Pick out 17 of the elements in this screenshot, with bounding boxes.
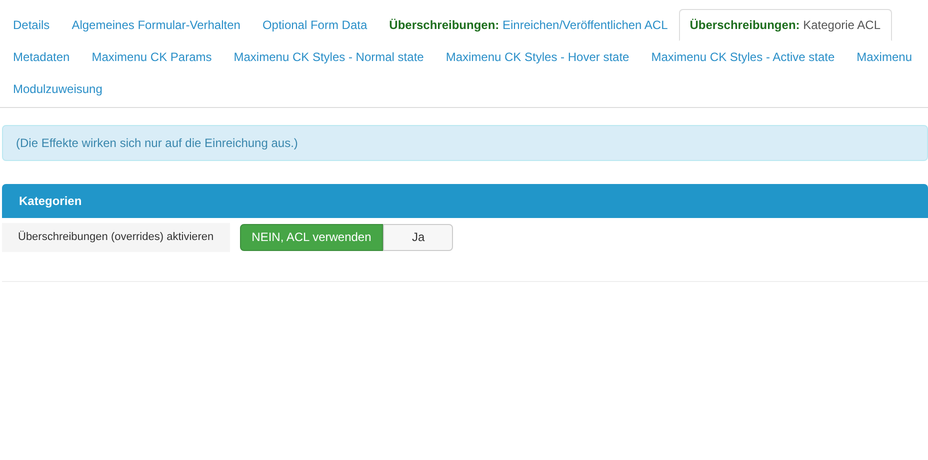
tab[interactable]: Algemeines Formular-Verhalten bbox=[60, 9, 252, 41]
tab[interactable]: Maximenu bbox=[846, 41, 923, 73]
field-label: Überschreibungen (overrides) aktivieren bbox=[2, 223, 230, 252]
toggle-option[interactable]: Ja bbox=[383, 224, 454, 251]
tab[interactable]: Maximenu CK Styles - Hover state bbox=[434, 41, 640, 73]
tab[interactable]: Modulzuweisung bbox=[2, 73, 114, 105]
tab[interactable]: Maximenu CK Params bbox=[80, 41, 223, 73]
panel-header: Kategorien bbox=[2, 184, 928, 218]
tab[interactable]: Maximenu CK Styles - Active state bbox=[640, 41, 846, 73]
tab[interactable]: Optional Form Data bbox=[251, 9, 378, 41]
tab[interactable]: Details bbox=[2, 9, 61, 41]
info-alert: (Die Effekte wirken sich nur auf die Einreichung aus.) bbox=[2, 125, 928, 161]
toggle-option[interactable]: NEIN, ACL verwenden bbox=[240, 224, 384, 251]
tab[interactable]: Metadaten bbox=[2, 41, 81, 73]
tab[interactable]: Maximenu CK Styles - Normal state bbox=[222, 41, 435, 73]
tab[interactable]: Überschreibungen: Kategorie ACL bbox=[678, 9, 892, 41]
tab[interactable]: Überschreibungen: Einreichen/Veröffentlichen ACL bbox=[378, 9, 679, 41]
